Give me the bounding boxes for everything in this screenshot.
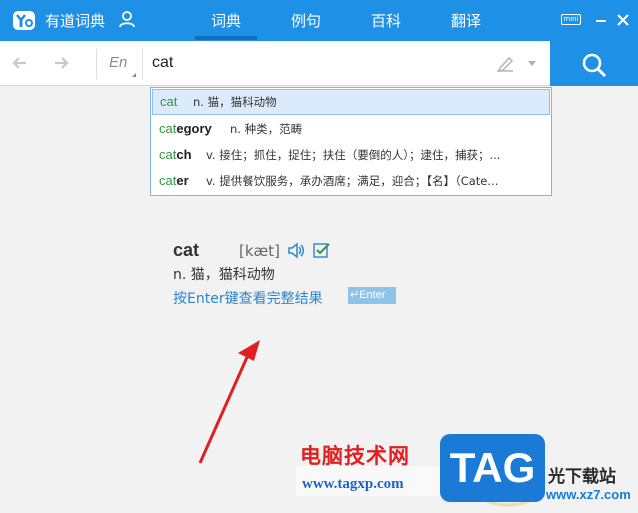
- suggestion-item[interactable]: cat n. 猫，猫科动物: [152, 89, 550, 115]
- watermark-site-name: 电脑技术网: [300, 444, 410, 468]
- tab-examples[interactable]: 例句: [291, 10, 321, 31]
- tab-encyclopedia[interactable]: 百科: [371, 10, 401, 31]
- youdao-logo-icon: [13, 11, 35, 30]
- suggestion-definition: n. 种类，范畴: [230, 122, 303, 136]
- language-corner-icon: [132, 73, 136, 77]
- forward-arrow-icon[interactable]: [52, 54, 70, 72]
- suggestion-definition: v. 提供餐饮服务，承办酒席；满足，迎合；【名】（Cate...: [206, 174, 499, 188]
- suggestion-dropdown: cat n. 猫，猫科动物 category n. 种类，范畴 catch v.…: [150, 87, 552, 196]
- divider: [142, 49, 143, 79]
- suggestion-word-rest: egory: [176, 121, 212, 136]
- tab-dictionary[interactable]: 词典: [194, 10, 258, 40]
- title-bar: 有道词典 词典 例句 百科 翻译 mini: [0, 0, 638, 41]
- add-to-wordbook-icon[interactable]: [313, 242, 330, 258]
- suggestion-word-match: cat: [159, 147, 177, 162]
- close-icon[interactable]: [617, 14, 629, 26]
- preview-definition: n. 猫，猫科动物: [173, 267, 275, 283]
- user-icon[interactable]: [118, 10, 136, 28]
- speaker-icon[interactable]: [287, 242, 305, 259]
- search-bar: En: [0, 41, 638, 86]
- enter-hint-link[interactable]: 按Enter键查看完整结果: [173, 288, 323, 308]
- divider: [96, 49, 97, 79]
- search-icon: [582, 53, 607, 78]
- watermark-site-url: www.tagxp.com: [302, 476, 404, 492]
- suggestion-word-rest: ch: [176, 147, 192, 162]
- mini-mode-button[interactable]: mini: [561, 14, 581, 25]
- enter-key-badge: ↵Enter: [348, 287, 396, 304]
- search-button[interactable]: [550, 41, 638, 86]
- suggestion-definition: v. 接住；抓住，捉住；扶住（要倒的人）；逮住，捕获；...: [206, 148, 501, 162]
- suggestion-word-rest: er: [176, 173, 189, 188]
- tab-translate[interactable]: 翻译: [451, 10, 481, 31]
- minimize-icon[interactable]: [595, 14, 607, 26]
- search-input[interactable]: [152, 50, 472, 76]
- watermark-side-url: www.xz7.com: [546, 487, 631, 502]
- suggestion-item[interactable]: category n. 种类，范畴: [152, 116, 550, 142]
- suggestion-definition: n. 猫，猫科动物: [193, 95, 277, 109]
- suggestion-word-match: cat: [160, 94, 178, 109]
- app-title: 有道词典: [45, 12, 106, 30]
- handwriting-icon[interactable]: [495, 55, 515, 73]
- suggestion-word-match: cat: [159, 173, 177, 188]
- preview-phonetic: [kæt]: [239, 242, 281, 260]
- language-selector[interactable]: En: [109, 54, 127, 71]
- chevron-down-icon[interactable]: [528, 61, 536, 66]
- annotation-arrow-icon: [198, 340, 260, 464]
- preview-word: cat: [173, 240, 200, 260]
- watermark-tag-logo: TAG: [440, 434, 545, 502]
- suggestion-item[interactable]: catch v. 接住；抓住，捉住；扶住（要倒的人）；逮住，捕获；...: [152, 142, 550, 168]
- back-arrow-icon[interactable]: [11, 54, 29, 72]
- watermark-side-text: 光下载站: [548, 467, 616, 487]
- suggestion-item[interactable]: cater v. 提供餐饮服务，承办酒席；满足，迎合；【名】（Cate...: [152, 168, 550, 194]
- suggestion-word-match: cat: [159, 121, 177, 136]
